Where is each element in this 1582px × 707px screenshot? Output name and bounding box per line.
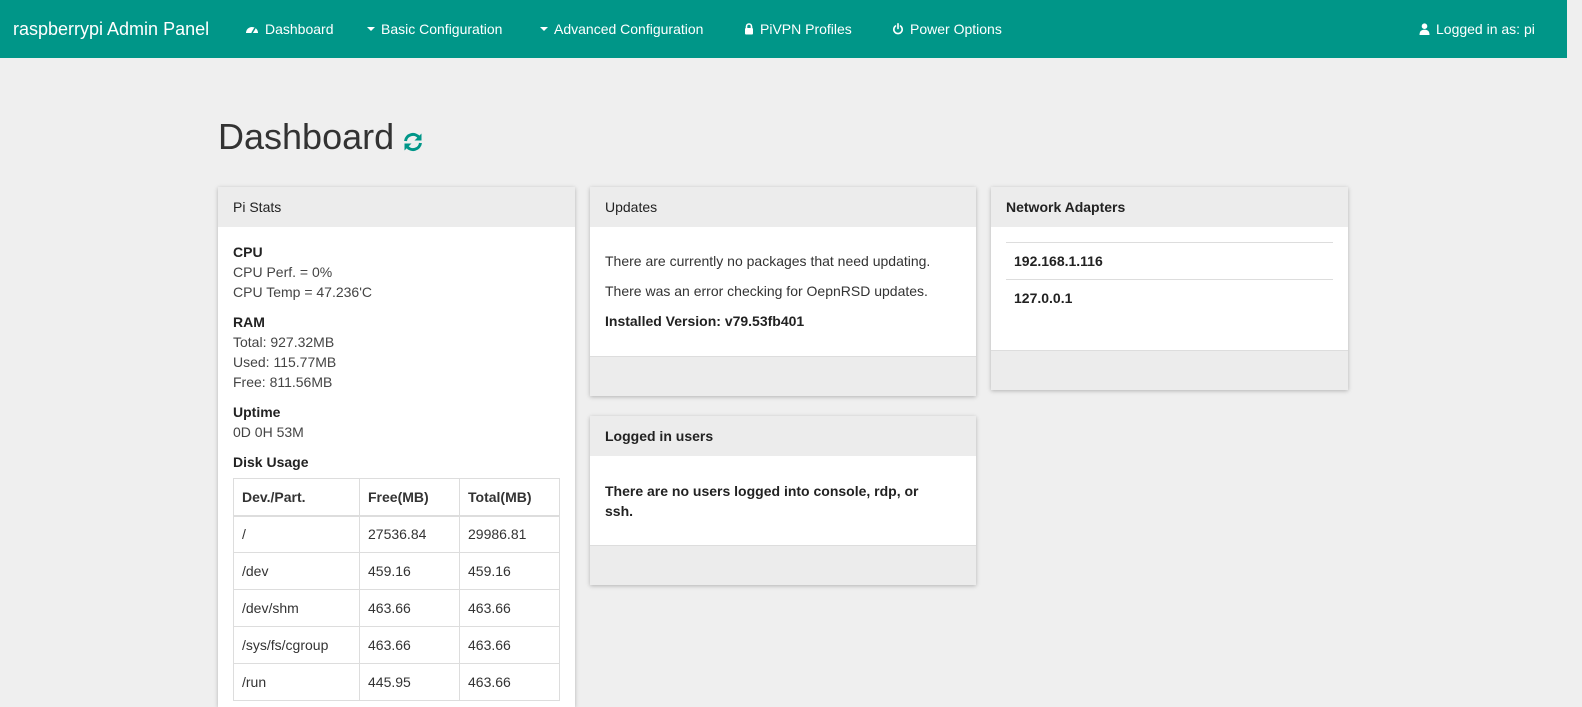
table-row: /run 445.95 463.66 (233, 663, 560, 701)
cpu-temp: CPU Temp = 47.236'C (233, 284, 372, 300)
column-header: Dev./Part. (233, 478, 360, 517)
ram-total: Total: 927.32MB (233, 334, 335, 350)
table-cell: 463.66 (459, 626, 560, 664)
cpu-label: CPU (233, 244, 263, 260)
cpu-perf: CPU Perf. = 0% (233, 264, 333, 280)
table-header-row: Dev./Part. Free(MB) Total(MB) (233, 478, 560, 517)
ram-used: Used: 115.77MB (233, 354, 337, 370)
caret-down-icon (540, 27, 548, 31)
nav-dashboard-label: Dashboard (265, 21, 334, 37)
nav-dashboard[interactable]: Dashboard (245, 20, 334, 38)
table-cell: 459.16 (359, 552, 460, 590)
table-cell: 463.66 (359, 626, 460, 664)
cpu-stats: CPU CPU Perf. = 0% CPU Temp = 47.236'C (233, 242, 560, 302)
pi-stats-panel: Pi Stats CPU CPU Perf. = 0% CPU Temp = 4… (218, 187, 575, 707)
table-row: / 27536.84 29986.81 (233, 515, 560, 553)
table-cell: /run (233, 663, 360, 701)
table-cell: 29986.81 (459, 515, 560, 553)
scrollbar-track[interactable] (1567, 0, 1582, 693)
network-adapters-heading: Network Adapters (991, 187, 1348, 227)
top-navbar: raspberrypi Admin Panel Dashboard Basic … (0, 0, 1567, 58)
nav-advanced-configuration-label: Advanced Configuration (554, 21, 704, 37)
uptime-label: Uptime (233, 404, 281, 420)
logged-users-panel: Logged in users There are no users logge… (590, 416, 976, 585)
nav-basic-configuration-label: Basic Configuration (381, 21, 503, 37)
network-adapters-footer (991, 350, 1348, 390)
logged-users-message: There are no users logged into console, … (605, 483, 919, 519)
pi-stats-heading: Pi Stats (218, 187, 575, 227)
table-cell: 463.66 (459, 589, 560, 627)
caret-down-icon (367, 27, 375, 31)
nav-pivpn-profiles-label: PiVPN Profiles (760, 21, 852, 37)
brand-title[interactable]: raspberrypi Admin Panel (13, 17, 209, 41)
installed-version: Installed Version: v79.53fb401 (605, 313, 805, 329)
table-cell: 463.66 (359, 589, 460, 627)
ram-free: Free: 811.56MB (233, 374, 333, 390)
refresh-icon[interactable] (402, 132, 424, 152)
power-icon (893, 23, 903, 35)
disk-usage-label: Disk Usage (233, 454, 309, 470)
updates-panel: Updates There are currently no packages … (590, 187, 976, 396)
nav-advanced-configuration[interactable]: Advanced Configuration (540, 20, 703, 38)
page-title: Dashboard (218, 116, 395, 157)
column-header: Free(MB) (359, 478, 460, 517)
ram-stats: RAM Total: 927.32MB Used: 115.77MB Free:… (233, 312, 560, 392)
nav-user-label: Logged in as: pi (1436, 21, 1535, 37)
uptime-value: 0D 0H 53M (233, 424, 304, 440)
table-cell: 463.66 (459, 663, 560, 701)
table-cell: 27536.84 (359, 515, 460, 553)
updates-error: There was an error checking for OepnRSD … (605, 283, 928, 299)
logged-users-footer (590, 545, 976, 585)
table-cell: 459.16 (459, 552, 560, 590)
uptime-stats: Uptime 0D 0H 53M (233, 402, 560, 442)
table-row: /sys/fs/cgroup 463.66 463.66 (233, 626, 560, 664)
table-cell: 445.95 (359, 663, 460, 701)
table-cell: /dev/shm (233, 589, 360, 627)
updates-footer (590, 356, 976, 396)
nav-power-options[interactable]: Power Options (892, 20, 1002, 38)
updates-status: There are currently no packages that nee… (605, 253, 931, 269)
adapter-list: 192.168.1.116 127.0.0.1 (1006, 242, 1333, 316)
page-header: Dashboard (218, 114, 424, 160)
table-row: /dev/shm 463.66 463.66 (233, 589, 560, 627)
nav-basic-configuration[interactable]: Basic Configuration (367, 20, 502, 38)
table-cell: /dev (233, 552, 360, 590)
network-adapters-panel: Network Adapters 192.168.1.116 127.0.0.1 (991, 187, 1348, 390)
column-header: Total(MB) (459, 478, 560, 517)
nav-pivpn-profiles[interactable]: PiVPN Profiles (744, 20, 852, 38)
list-item: 192.168.1.116 (1006, 242, 1333, 279)
dashboard-icon (246, 27, 258, 34)
table-cell: /sys/fs/cgroup (233, 626, 360, 664)
list-item: 127.0.0.1 (1006, 279, 1333, 316)
updates-heading: Updates (590, 187, 976, 227)
user-icon (1419, 23, 1430, 35)
nav-user[interactable]: Logged in as: pi (1419, 20, 1535, 38)
nav-power-options-label: Power Options (910, 21, 1002, 37)
ram-label: RAM (233, 314, 265, 330)
lock-icon (745, 23, 753, 35)
logged-users-heading: Logged in users (590, 416, 976, 456)
table-row: /dev 459.16 459.16 (233, 552, 560, 590)
disk-usage-table: Dev./Part. Free(MB) Total(MB) / 27536.84… (233, 478, 560, 701)
table-cell: / (233, 515, 360, 553)
